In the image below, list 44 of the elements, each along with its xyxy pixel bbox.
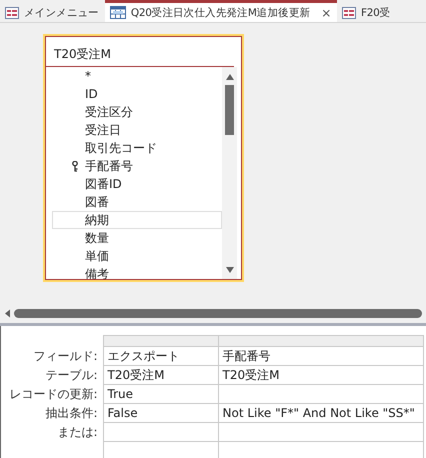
document-tab[interactable]: メインメニュー <box>0 0 105 22</box>
field-list-item[interactable]: 取引先コード <box>52 139 222 157</box>
column-selector[interactable] <box>103 336 218 346</box>
field-list-item[interactable]: 図番ID <box>52 175 222 193</box>
row-label: レコードの更新: <box>9 386 98 400</box>
field-list-item[interactable]: 受注日 <box>52 121 222 139</box>
grid-cell[interactable] <box>103 442 218 458</box>
form-icon <box>342 6 356 18</box>
grid-cell[interactable]: エクスポート <box>103 346 218 366</box>
grid-cell[interactable]: False <box>103 404 218 422</box>
field-list-item[interactable]: 単価 <box>52 247 222 265</box>
grid-cell[interactable] <box>218 384 423 404</box>
row-label: テーブル: <box>45 368 98 382</box>
row-label: 抽出条件: <box>45 406 98 420</box>
grid-cell[interactable]: Not Like "F*" And Not Like "SS*" <box>218 404 423 422</box>
row-label: または: <box>57 424 98 438</box>
scrollbar-thumb[interactable] <box>225 85 234 135</box>
scrollbar-thumb[interactable] <box>14 308 422 318</box>
document-tab[interactable]: Q20受注日次仕入先発注M追加後更新 × <box>104 0 337 22</box>
scroll-up-icon[interactable] <box>224 73 234 81</box>
document-tab[interactable]: F20受 <box>336 0 396 22</box>
grid-cell[interactable]: True <box>103 384 218 404</box>
grid-cell[interactable]: 手配番号 <box>218 346 423 366</box>
field-list-item[interactable]: 図番 <box>52 193 222 211</box>
field-list-item[interactable]: 納期 <box>52 211 222 229</box>
field-list-item[interactable]: * <box>52 67 222 85</box>
query-icon <box>110 6 126 19</box>
field-list-item[interactable]: 数量 <box>52 229 222 247</box>
form-icon <box>5 6 19 18</box>
field-list-item[interactable]: 手配番号 <box>52 157 222 175</box>
field-list-item[interactable]: ID <box>52 85 222 103</box>
grid-cell[interactable] <box>218 422 423 442</box>
column-selector[interactable] <box>218 336 423 346</box>
field-list-item[interactable]: 受注区分 <box>52 103 222 121</box>
field-list-item[interactable]: 備考 <box>52 265 222 279</box>
table-field-list[interactable]: T20受注M * ID 受注区分 受注日 取引先コード 手配番号 図番ID 図番 納期 数量 単価 備考 <box>43 34 244 282</box>
row-label: フィールド: <box>33 348 98 362</box>
scroll-left-icon[interactable] <box>4 308 11 318</box>
table-title: T20受注M <box>46 37 234 67</box>
scroll-down-icon[interactable] <box>224 266 234 274</box>
grid-cell[interactable] <box>103 422 218 442</box>
close-tab-button[interactable]: × <box>321 6 331 20</box>
grid-cell[interactable]: T20受注M <box>103 366 218 384</box>
grid-cell[interactable]: T20受注M <box>218 366 423 384</box>
